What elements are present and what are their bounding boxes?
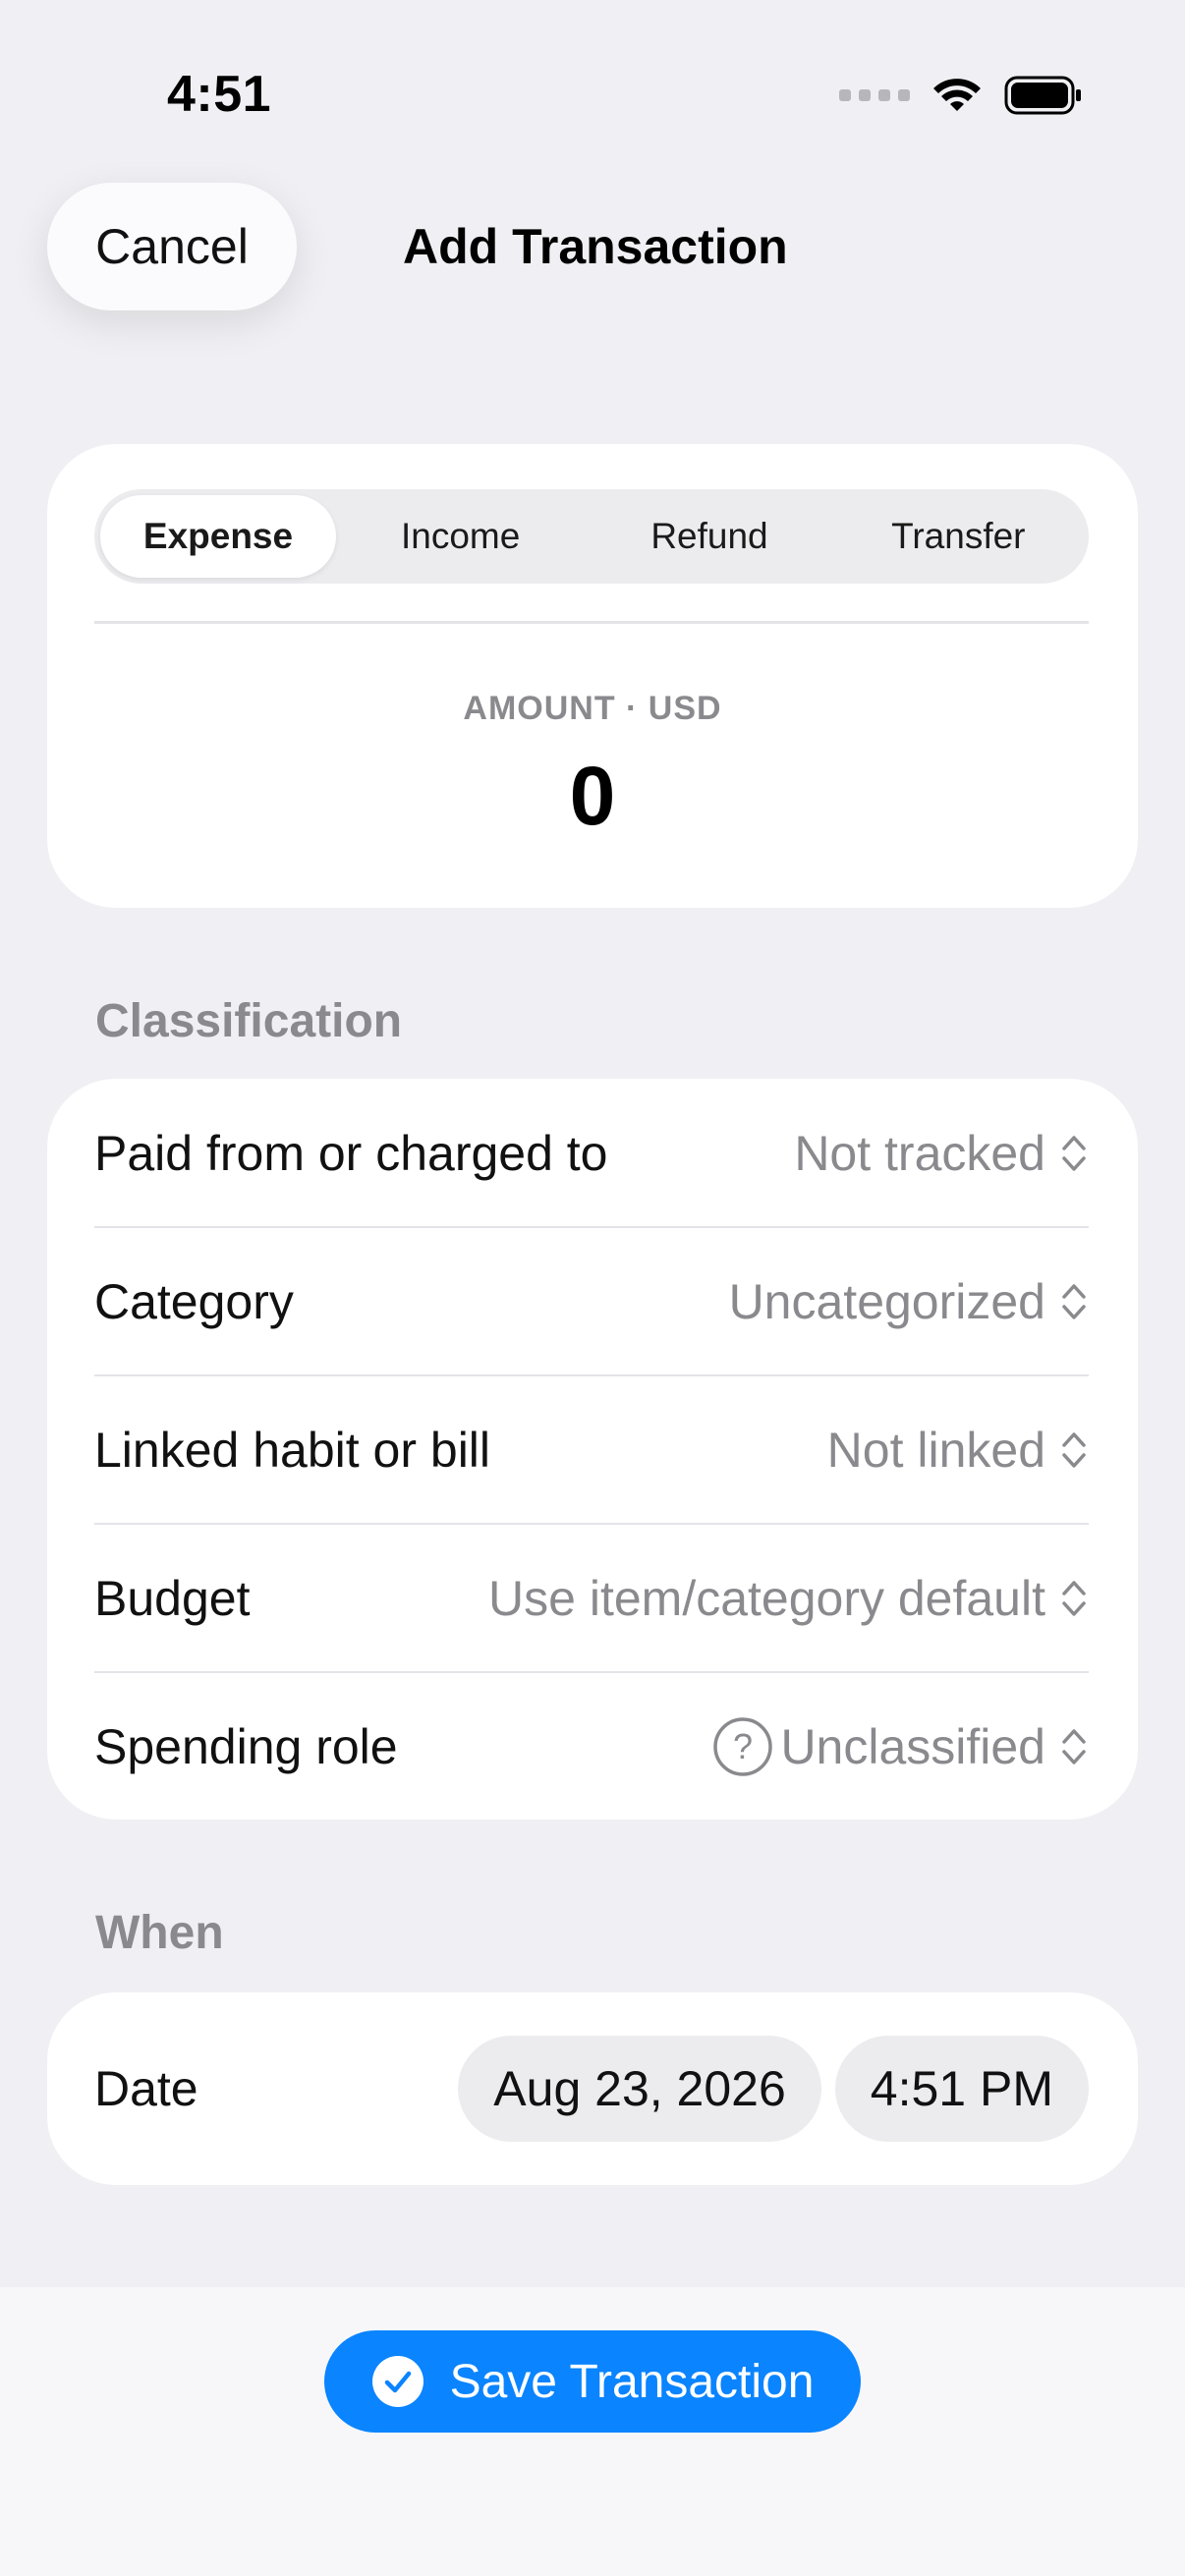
spending-role-picker-value[interactable]: ? Unclassified bbox=[711, 1715, 1089, 1778]
account-picker-value[interactable]: Not tracked bbox=[794, 1125, 1089, 1182]
tab-expense[interactable]: Expense bbox=[100, 495, 336, 578]
picker-value: Unclassified bbox=[780, 1718, 1045, 1774]
when-card: Date Aug 23, 2026 4:51 PM bbox=[47, 1992, 1138, 2185]
transaction-type-segmented-control: Expense Income Refund Transfer bbox=[94, 489, 1089, 584]
svg-text:?: ? bbox=[733, 1726, 753, 1766]
cancel-button[interactable]: Cancel bbox=[47, 183, 297, 310]
when-section-label: When bbox=[95, 1907, 224, 1959]
bottom-action-bar: Save Transaction bbox=[0, 2287, 1185, 2576]
page-title: Add Transaction bbox=[403, 219, 788, 274]
picker-value: Uncategorized bbox=[728, 1273, 1045, 1329]
chevron-up-down-icon bbox=[1062, 1283, 1086, 1319]
row-label: Linked habit or bill bbox=[94, 1422, 491, 1478]
save-transaction-button[interactable]: Save Transaction bbox=[324, 2330, 861, 2433]
cellular-signal-icon bbox=[839, 89, 910, 101]
tab-income[interactable]: Income bbox=[336, 495, 585, 578]
tab-refund[interactable]: Refund bbox=[585, 495, 833, 578]
account-picker-row[interactable]: Paid from or charged to Not tracked bbox=[94, 1079, 1089, 1227]
budget-picker-value[interactable]: Use item/category default bbox=[488, 1570, 1089, 1627]
amount-card: Expense Income Refund Transfer AMOUNT · … bbox=[47, 444, 1138, 908]
category-picker-value[interactable]: Uncategorized bbox=[729, 1273, 1089, 1330]
budget-picker-row[interactable]: Budget Use item/category default bbox=[94, 1524, 1089, 1672]
date-picker[interactable]: Aug 23, 2026 bbox=[458, 2036, 821, 2142]
wifi-icon bbox=[933, 79, 981, 111]
tab-transfer[interactable]: Transfer bbox=[834, 495, 1083, 578]
category-picker-row[interactable]: Category Uncategorized bbox=[94, 1227, 1089, 1375]
classification-section-label: Classification bbox=[95, 995, 403, 1047]
date-time-pickers: Aug 23, 2026 4:51 PM bbox=[458, 2036, 1089, 2142]
status-time: 4:51 bbox=[167, 66, 272, 123]
picker-value: Not tracked bbox=[794, 1125, 1045, 1181]
save-button-label: Save Transaction bbox=[449, 2355, 815, 2408]
spending-role-picker-row[interactable]: Spending role ? Unclassified bbox=[94, 1672, 1089, 1820]
row-label: Paid from or charged to bbox=[94, 1125, 608, 1181]
status-icons bbox=[839, 75, 1083, 116]
checkmark-circle-icon bbox=[371, 2356, 423, 2407]
amount-label: AMOUNT · USD bbox=[463, 690, 722, 727]
classification-card: Paid from or charged to Not tracked Cate… bbox=[47, 1079, 1138, 1820]
chevron-up-down-icon bbox=[1062, 1431, 1086, 1468]
linked-habit-picker-value[interactable]: Not linked bbox=[827, 1422, 1089, 1479]
date-row: Date Aug 23, 2026 4:51 PM bbox=[94, 1992, 1089, 2185]
add-transaction-screen: 4:51 Cancel Add Transaction Expense Inco… bbox=[0, 0, 1185, 2576]
row-label: Spending role bbox=[94, 1718, 398, 1774]
divider bbox=[94, 621, 1089, 624]
row-label: Budget bbox=[94, 1570, 251, 1626]
chevron-up-down-icon bbox=[1062, 1728, 1086, 1764]
chevron-up-down-icon bbox=[1062, 1580, 1086, 1616]
chevron-up-down-icon bbox=[1062, 1135, 1086, 1171]
linked-habit-picker-row[interactable]: Linked habit or bill Not linked bbox=[94, 1375, 1089, 1524]
battery-icon bbox=[1004, 76, 1081, 115]
amount-input[interactable]: 0 bbox=[47, 749, 1138, 844]
picker-value: Not linked bbox=[826, 1422, 1045, 1478]
picker-value: Use item/category default bbox=[488, 1570, 1045, 1626]
question-circle-icon: ? bbox=[713, 1716, 773, 1776]
date-label: Date bbox=[94, 2061, 198, 2116]
time-picker[interactable]: 4:51 PM bbox=[834, 2036, 1089, 2142]
row-label: Category bbox=[94, 1273, 294, 1329]
